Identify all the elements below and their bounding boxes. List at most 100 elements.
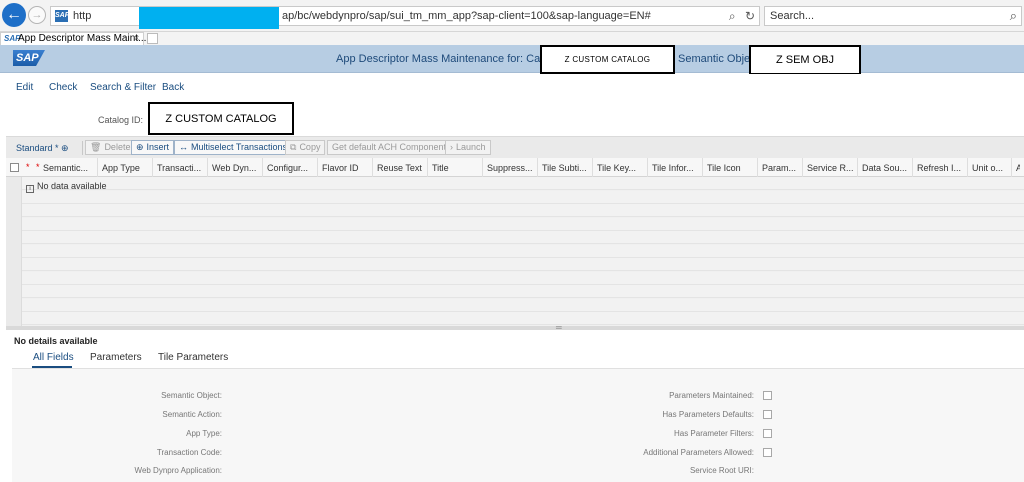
table-row[interactable]	[22, 217, 1024, 231]
column-header[interactable]: Transacti...	[157, 163, 208, 173]
splitter-grip-icon[interactable]: ═	[556, 324, 562, 332]
table-row[interactable]	[22, 231, 1024, 244]
plus-circle-icon: ⊕	[136, 142, 144, 152]
menu-bar: Edit Check Search & Filter Back	[0, 74, 1024, 100]
column-header[interactable]: Tile Icon	[707, 163, 758, 173]
table-row[interactable]	[22, 244, 1024, 258]
variant-selector[interactable]: Standard * ⊕	[16, 143, 69, 154]
field-label: Transaction Code:	[156, 448, 222, 457]
column-divider	[967, 158, 968, 177]
tab-label: App Descriptor Mass Maint...	[18, 33, 147, 44]
field-label: Semantic Action:	[162, 410, 222, 419]
table-toolbar: Standard * ⊕ 🗑 Delete ⊕ Insert ↔ Multiselec…	[6, 136, 1024, 158]
column-divider	[857, 158, 858, 177]
pane-splitter[interactable]: ═	[6, 324, 1024, 332]
additional-parameters-checkbox[interactable]	[763, 448, 772, 457]
table-header: * Semantic... App Type Transacti... Web Dyn…	[6, 158, 1024, 177]
select-all-checkbox[interactable]	[10, 163, 19, 172]
table-row[interactable]	[22, 190, 1024, 204]
delete-button[interactable]: 🗑 Delete	[85, 140, 136, 155]
sap-shell-header: SAP App Descriptor Mass Maintenance for:…	[0, 45, 1024, 73]
field-label: Additional Parameters Allowed:	[643, 448, 754, 457]
forward-arrow-icon[interactable]: →	[28, 6, 46, 24]
url-redaction	[139, 7, 279, 29]
column-header[interactable]: Flavor ID	[322, 163, 373, 173]
menu-search-filter[interactable]: Search & Filter	[90, 82, 156, 93]
column-divider	[702, 158, 703, 177]
column-header[interactable]: Refresh I...	[917, 163, 968, 173]
column-header[interactable]: Param...	[762, 163, 803, 173]
table-row[interactable]	[22, 285, 1024, 298]
get-default-ach-button[interactable]: Get default ACH Components	[327, 140, 456, 155]
url-path: ap/bc/webdynpro/sap/sui_tm_mm_app?sap-cl…	[282, 10, 651, 22]
toolbar-divider	[82, 141, 83, 155]
column-header[interactable]: Tile Infor...	[652, 163, 703, 173]
variant-label: Standard *	[16, 143, 59, 153]
new-tab-icon[interactable]	[147, 33, 158, 44]
column-header[interactable]: Web Dyn...	[212, 163, 263, 173]
menu-back[interactable]: Back	[162, 82, 184, 93]
column-header[interactable]: Configur...	[267, 163, 318, 173]
address-bar[interactable]: SAP http ap/bc/webdynpro/sap/sui_tm_mm_a…	[50, 6, 760, 29]
info-icon: i	[26, 185, 34, 193]
parameters-maintained-checkbox[interactable]	[763, 391, 772, 400]
column-header[interactable]: Service R...	[807, 163, 858, 173]
launch-button[interactable]: › Launch	[445, 140, 491, 155]
catalog-id-label: Catalog ID:	[98, 115, 144, 125]
close-icon[interactable]: ×	[134, 33, 139, 43]
has-parameter-filters-checkbox[interactable]	[763, 429, 772, 438]
chevron-down-icon: ⊕	[61, 143, 69, 153]
table-row[interactable]	[22, 258, 1024, 271]
column-header[interactable]: Suppress...	[487, 163, 538, 173]
column-header[interactable]: Semantic...	[43, 163, 105, 173]
column-header[interactable]: Tile Key...	[597, 163, 648, 173]
column-header[interactable]: App Type	[102, 163, 153, 173]
catalog-id-field[interactable]: Z CUSTOM CATALOG	[148, 102, 294, 135]
table-row[interactable]	[22, 271, 1024, 285]
insert-button[interactable]: ⊕ Insert	[131, 140, 175, 155]
column-header[interactable]: Data Sou...	[862, 163, 913, 173]
table-row[interactable]	[22, 204, 1024, 217]
browser-search-input[interactable]: Search... ⌕	[764, 6, 1022, 26]
has-parameter-defaults-checkbox[interactable]	[763, 410, 772, 419]
column-divider	[592, 158, 593, 177]
refresh-icon[interactable]: ↻	[745, 9, 755, 23]
table-row[interactable]	[22, 298, 1024, 312]
menu-edit[interactable]: Edit	[16, 82, 33, 93]
browser-tabstrip: SAP App Descriptor Mass Maint... ×	[0, 32, 1024, 45]
column-header[interactable]: Unit o...	[972, 163, 1012, 173]
multiselect-transactions-button[interactable]: ↔ Multiselect Transactions	[174, 140, 293, 155]
required-marker: *	[26, 162, 30, 172]
details-form: Semantic Object: Semantic Action: App Ty…	[12, 368, 1024, 482]
column-header[interactable]: Tile Subti...	[542, 163, 593, 173]
column-divider	[317, 158, 318, 177]
browser-tab-active[interactable]: SAP App Descriptor Mass Maint... ×	[0, 32, 147, 45]
chevron-right-icon: ›	[450, 142, 453, 152]
tab-parameters[interactable]: Parameters	[90, 352, 142, 363]
column-divider	[207, 158, 208, 177]
details-title: No details available	[14, 336, 98, 346]
field-label: Web Dynpro Application:	[134, 466, 222, 475]
search-icon[interactable]: ⌕	[1010, 8, 1017, 24]
column-divider	[757, 158, 758, 177]
menu-check[interactable]: Check	[49, 82, 77, 93]
tab-tile-parameters[interactable]: Tile Parameters	[158, 352, 228, 363]
catalog-id-callout: Z CUSTOM CATALOG	[540, 45, 675, 74]
address-search-icon[interactable]: ⌕	[729, 9, 736, 23]
column-header[interactable]: Reuse Text	[377, 163, 428, 173]
column-divider	[372, 158, 373, 177]
table-row[interactable]	[22, 177, 1024, 190]
column-divider	[1011, 158, 1012, 177]
copy-button[interactable]: ⧉ Copy	[285, 140, 326, 155]
column-header[interactable]: A	[1016, 163, 1020, 173]
column-divider	[537, 158, 538, 177]
tab-all-fields[interactable]: All Fields	[33, 352, 74, 363]
sap-logo: SAP	[13, 50, 45, 66]
table-row[interactable]	[22, 312, 1024, 325]
column-divider	[802, 158, 803, 177]
column-header[interactable]: Title	[432, 163, 483, 173]
back-arrow-icon[interactable]: ←	[2, 3, 26, 27]
double-arrow-icon: ↔	[179, 142, 188, 152]
field-label: Semantic Object:	[161, 391, 222, 400]
descriptor-table: * Semantic... App Type Transacti... Web Dyn…	[6, 158, 1024, 326]
